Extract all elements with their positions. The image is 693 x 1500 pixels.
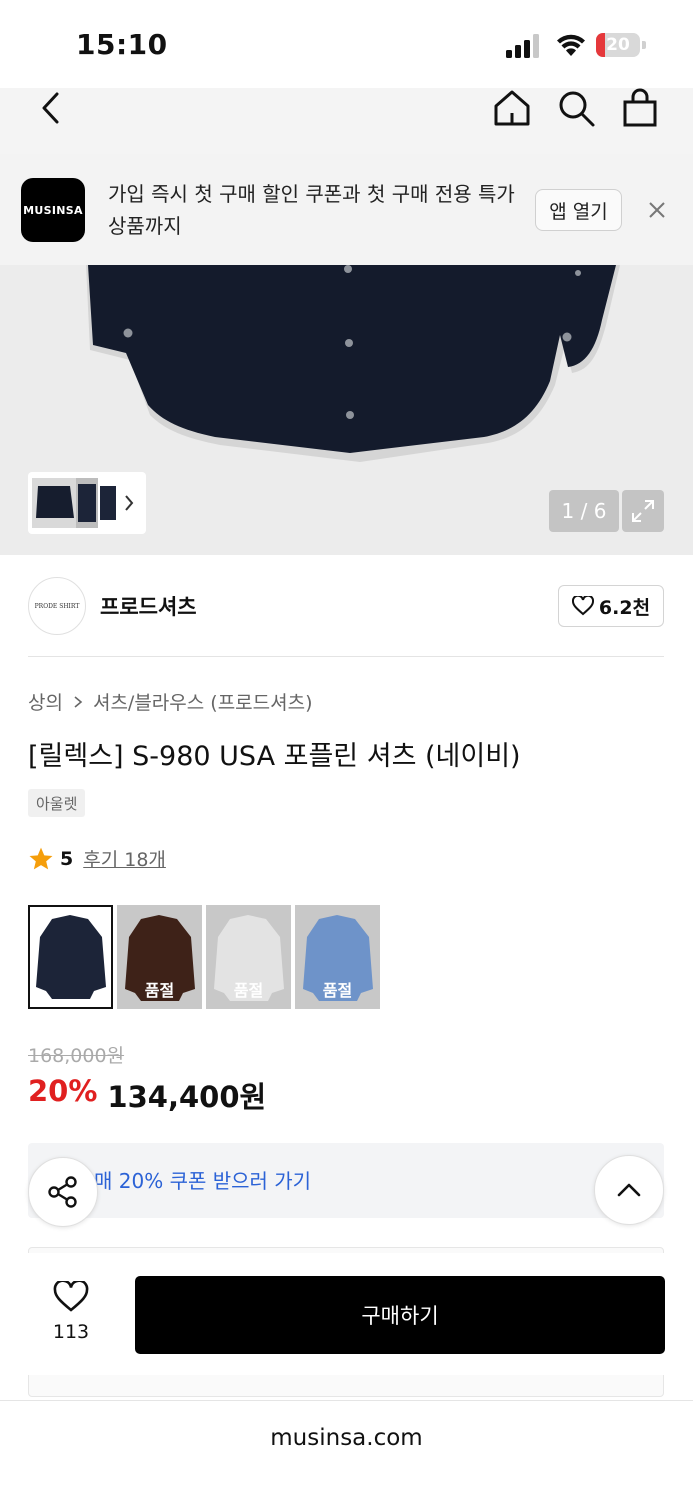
star-icon bbox=[29, 847, 53, 869]
back-button[interactable] bbox=[30, 88, 70, 128]
banner-message: 가입 즉시 첫 구매 할인 쿠폰과 첫 구매 전용 특가 상품까지 bbox=[108, 182, 515, 238]
breadcrumb: 상의 셔츠/블라우스 (프로드셔츠) bbox=[28, 688, 313, 715]
chevron-right-icon bbox=[74, 695, 83, 708]
coupon-text[interactable]: 매 20% 쿠폰 받으러 가기 bbox=[94, 1165, 311, 1194]
brand-like-button[interactable]: 6.2천 bbox=[558, 585, 664, 627]
status-time: 15:10 bbox=[76, 28, 168, 61]
cart-button[interactable] bbox=[618, 88, 662, 128]
color-options: 품절 품절 품절 bbox=[28, 905, 380, 1009]
color-option-brown[interactable]: 품절 bbox=[117, 905, 202, 1009]
battery-cap bbox=[642, 41, 646, 49]
close-icon[interactable] bbox=[645, 198, 669, 222]
home-button[interactable] bbox=[490, 88, 534, 128]
share-icon bbox=[48, 1176, 77, 1208]
url-text[interactable]: musinsa.com bbox=[0, 1425, 693, 1451]
chevron-left-icon bbox=[42, 92, 59, 124]
color-option-gray[interactable]: 품절 bbox=[206, 905, 291, 1009]
wishlist-count: 113 bbox=[52, 1321, 90, 1343]
top-nav-bar bbox=[0, 88, 693, 154]
musinsa-logo: MUSINSA bbox=[21, 178, 85, 242]
app-install-banner: MUSINSA 가입 즉시 첫 구매 할인 쿠폰과 첫 구매 전용 특가 상품까… bbox=[0, 154, 693, 265]
chevron-up-icon bbox=[617, 1183, 641, 1197]
brand-like-count: 6.2천 bbox=[598, 596, 651, 619]
sold-out-label: 품절 bbox=[144, 981, 175, 1000]
battery-percent: 20 bbox=[606, 35, 630, 55]
product-title: [릴렉스] S-980 USA 포플린 셔츠 (네이비) bbox=[28, 741, 521, 772]
scroll-to-top-button[interactable] bbox=[594, 1155, 664, 1225]
coupon-banner[interactable]: 매 20% 쿠폰 받으러 가기 bbox=[28, 1143, 664, 1218]
brand-row[interactable]: PRODE SHIRT 프로드셔츠 6.2천 bbox=[28, 577, 664, 657]
open-app-button[interactable]: 앱 열기 bbox=[535, 189, 622, 231]
sold-out-label: 품절 bbox=[233, 981, 264, 1000]
expand-icon bbox=[632, 500, 654, 522]
wishlist-button[interactable]: 113 bbox=[36, 1279, 106, 1343]
purchase-bar: 113 구매하기 bbox=[0, 1253, 693, 1375]
status-bar: 15:10 20 bbox=[0, 0, 693, 88]
search-button[interactable] bbox=[554, 88, 598, 128]
rating-score: 5 bbox=[60, 847, 74, 870]
breadcrumb-category[interactable]: 상의 bbox=[28, 688, 63, 715]
wifi-icon bbox=[557, 34, 585, 56]
thumbnail-images bbox=[32, 478, 134, 528]
brand-logo-text: PRODE SHIRT bbox=[34, 602, 80, 610]
heart-icon bbox=[571, 596, 594, 616]
sold-out-label: 품절 bbox=[322, 981, 353, 1000]
outlet-badge: 아울렛 bbox=[28, 789, 86, 817]
sale-price-row: 20% 134,400원 bbox=[28, 1074, 266, 1116]
original-price: 168,000원 bbox=[28, 1045, 125, 1067]
cellular-signal-icon bbox=[506, 34, 539, 58]
reviews-link[interactable]: 후기 18개 bbox=[83, 845, 166, 872]
breadcrumb-subcategory[interactable]: 셔츠/블라우스 (프로드셔츠) bbox=[93, 688, 313, 715]
rating-summary: 5 후기 18개 bbox=[28, 845, 166, 872]
share-button[interactable] bbox=[28, 1157, 98, 1227]
home-icon bbox=[494, 90, 530, 126]
brand-logo[interactable]: PRODE SHIRT bbox=[28, 577, 86, 635]
color-thumbnail bbox=[36, 915, 106, 999]
shopping-bag-icon bbox=[623, 88, 657, 127]
discount-rate: 20% bbox=[28, 1074, 98, 1108]
product-image-gallery[interactable]: 1 / 6 bbox=[0, 265, 693, 555]
thumbnail-strip[interactable] bbox=[28, 472, 146, 534]
buy-button[interactable]: 구매하기 bbox=[135, 1276, 665, 1354]
expand-image-button[interactable] bbox=[622, 490, 664, 532]
heart-icon bbox=[53, 1279, 89, 1312]
color-option-navy[interactable] bbox=[28, 905, 113, 1009]
browser-address-bar[interactable]: musinsa.com bbox=[0, 1400, 693, 1500]
brand-name[interactable]: 프로드셔츠 bbox=[100, 591, 197, 621]
image-counter: 1 / 6 bbox=[549, 490, 619, 532]
search-icon bbox=[559, 91, 595, 127]
color-option-blue[interactable]: 품절 bbox=[295, 905, 380, 1009]
battery-indicator: 20 bbox=[596, 33, 640, 57]
sale-price: 134,400원 bbox=[107, 1080, 267, 1114]
